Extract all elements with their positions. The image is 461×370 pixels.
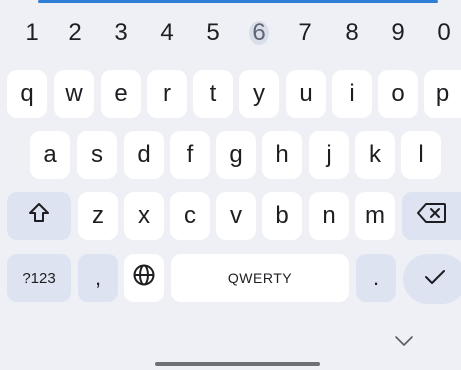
key-4[interactable]: 4 [147, 18, 187, 48]
key-9[interactable]: 9 [378, 18, 418, 48]
shift-key[interactable] [7, 192, 71, 240]
key-x[interactable]: x [124, 192, 164, 240]
key-b[interactable]: b [262, 192, 302, 240]
key-e[interactable]: e [101, 70, 141, 118]
top-accent-bar [38, 0, 438, 3]
key-v[interactable]: v [216, 192, 256, 240]
key-y[interactable]: y [239, 70, 279, 118]
key-r[interactable]: r [147, 70, 187, 118]
language-key[interactable] [124, 254, 164, 302]
shift-arrow-icon [27, 201, 51, 232]
key-1[interactable]: 1 [12, 18, 52, 48]
key-s[interactable]: s [77, 131, 117, 179]
key-d[interactable]: d [124, 131, 164, 179]
key-t[interactable]: t [193, 70, 233, 118]
key-w[interactable]: w [54, 70, 94, 118]
key-u[interactable]: u [286, 70, 326, 118]
key-m[interactable]: m [355, 192, 395, 240]
chevron-down-icon [394, 334, 414, 352]
checkmark-icon [423, 267, 447, 292]
key-f[interactable]: f [170, 131, 210, 179]
key-z[interactable]: z [78, 192, 118, 240]
key-6[interactable]: 6 [239, 18, 279, 48]
enter-key[interactable] [403, 254, 461, 304]
symbols-key[interactable]: ?123 [7, 254, 71, 302]
backspace-icon [416, 202, 447, 231]
comma-key[interactable]: , [78, 254, 118, 302]
globe-icon [132, 263, 156, 294]
hide-keyboard-button[interactable] [392, 335, 416, 351]
number-row: 1 2 3 4 5 6 7 8 9 0 [0, 18, 461, 48]
key-i[interactable]: i [332, 70, 372, 118]
key-l[interactable]: l [401, 131, 441, 179]
key-5[interactable]: 5 [193, 18, 233, 48]
key-a[interactable]: a [30, 131, 70, 179]
space-bar[interactable]: QWERTY [171, 254, 349, 302]
key-o[interactable]: o [378, 70, 418, 118]
key-p[interactable]: p [424, 70, 461, 118]
key-h[interactable]: h [262, 131, 302, 179]
key-n[interactable]: n [309, 192, 349, 240]
period-key[interactable]: . [356, 254, 396, 302]
key-3[interactable]: 3 [101, 18, 141, 48]
key-q[interactable]: q [7, 70, 47, 118]
key-2[interactable]: 2 [55, 18, 95, 48]
key-0[interactable]: 0 [424, 18, 461, 48]
key-j[interactable]: j [309, 131, 349, 179]
key-k[interactable]: k [355, 131, 395, 179]
home-indicator[interactable] [155, 362, 320, 366]
key-g[interactable]: g [216, 131, 256, 179]
backspace-key[interactable] [402, 192, 461, 240]
key-8[interactable]: 8 [332, 18, 372, 48]
key-c[interactable]: c [170, 192, 210, 240]
key-7[interactable]: 7 [285, 18, 325, 48]
